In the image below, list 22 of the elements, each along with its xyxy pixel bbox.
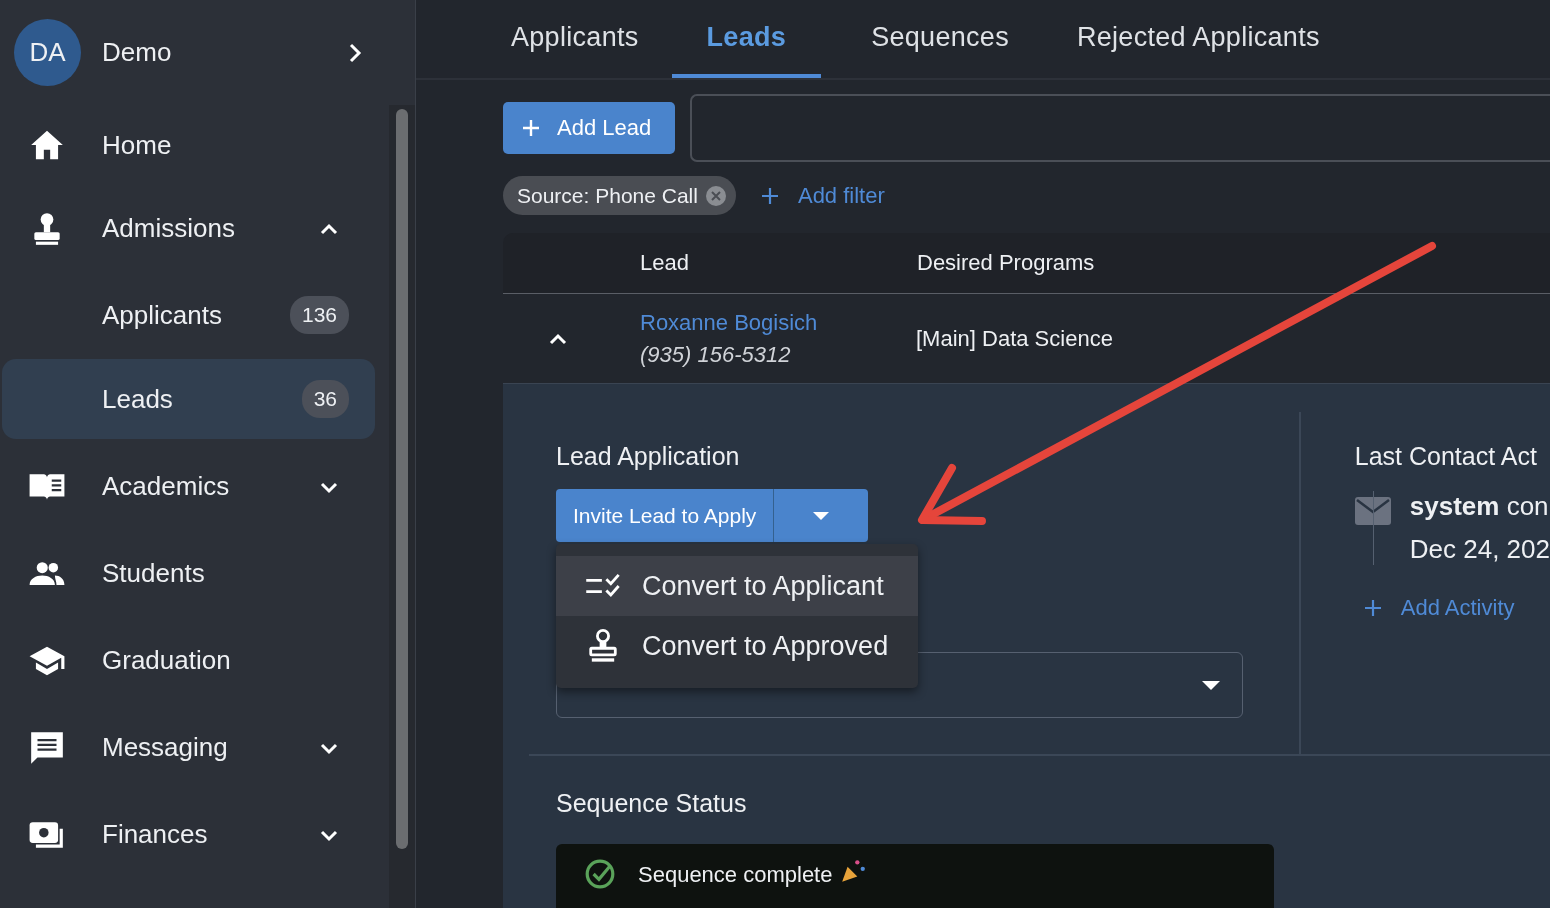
count-badge: 36 — [301, 380, 349, 418]
section-title: Last Contact Act — [1354, 442, 1538, 471]
nav-label: Applicants — [102, 299, 223, 331]
column-header: Desired Programs — [917, 250, 1095, 276]
section-title: Sequence Status — [556, 789, 748, 818]
nav-label: Students — [102, 558, 206, 589]
activity-text: system con — [1409, 491, 1550, 522]
nav-label: Leads — [102, 383, 174, 415]
nav-label: Graduation — [102, 645, 232, 676]
nav-label: Admissions — [102, 213, 236, 244]
status-text: Sequence complete — [638, 862, 833, 888]
nav-label: Messaging — [102, 732, 229, 763]
nav-label: Home — [102, 129, 173, 161]
activity-date: Dec 24, 202 — [1409, 534, 1550, 565]
nav-label: Academics — [102, 471, 231, 502]
count-badge: 136 — [289, 296, 349, 334]
table-cell: [Main] Data Science — [916, 325, 1113, 352]
nav-label: Finances — [102, 819, 209, 850]
section-title: Lead Application — [556, 442, 741, 471]
column-header: Lead — [640, 250, 690, 276]
user-name: Demo — [102, 37, 173, 68]
lead-phone: (935) 156-5312 — [640, 341, 792, 368]
